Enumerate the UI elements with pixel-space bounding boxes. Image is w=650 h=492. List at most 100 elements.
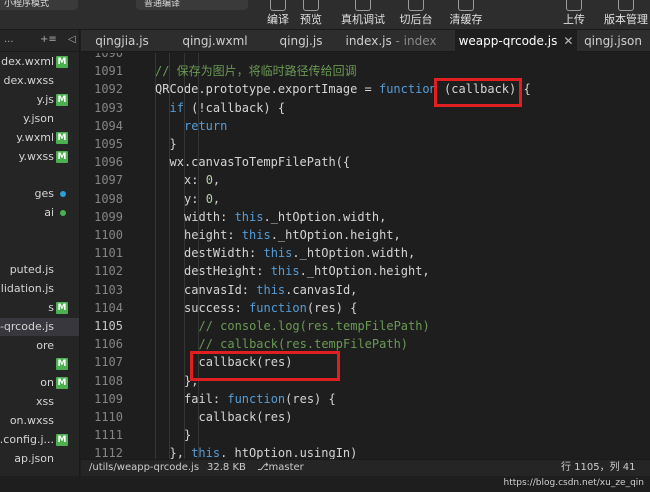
file-item[interactable]: on.wxss bbox=[0, 412, 79, 430]
code-line[interactable]: 1110 callback(res) bbox=[81, 408, 650, 426]
file-item[interactable]: y.wxml M bbox=[0, 129, 79, 147]
file-item[interactable]: y.wxss M bbox=[0, 148, 79, 166]
file-name: dex.wxml bbox=[1, 55, 54, 68]
line-number: 1112 bbox=[94, 446, 123, 459]
file-item[interactable] bbox=[0, 166, 79, 184]
file-item[interactable]: y.json bbox=[0, 110, 79, 128]
code-line[interactable]: 1100 height: this._htOption.height, bbox=[81, 226, 650, 244]
file-item[interactable]: dex.wxss bbox=[0, 72, 79, 90]
code-line[interactable]: 1107 callback(res) bbox=[81, 353, 650, 371]
code-text: destHeight: this._htOption.height, bbox=[184, 262, 430, 280]
file-item[interactable]: pp-qrcode.js bbox=[0, 317, 79, 336]
file-name: s bbox=[48, 300, 54, 314]
code-token: ._htOption.height, bbox=[270, 228, 401, 242]
code-token: 0 bbox=[205, 191, 213, 206]
mode-select[interactable]: 小程序模式 bbox=[0, 0, 78, 10]
code-text: } bbox=[170, 135, 177, 153]
file-item[interactable]: ap.json bbox=[0, 450, 79, 468]
code-line[interactable]: 1101 destWidth: this._htOption.width, bbox=[81, 244, 650, 262]
preview-button[interactable]: 预览 bbox=[297, 0, 325, 30]
code-line[interactable]: 1108}, bbox=[81, 372, 650, 390]
file-name: pp-qrcode.js bbox=[0, 319, 54, 333]
line-number: 1104 bbox=[94, 300, 123, 315]
git-branch[interactable]: ⎇ master bbox=[257, 460, 304, 476]
file-item[interactable]: puted.js bbox=[0, 261, 79, 279]
file-item[interactable]: ore bbox=[0, 337, 79, 355]
file-name: puted.js bbox=[9, 262, 54, 276]
tab-qingjia-js[interactable]: qingjia.js bbox=[87, 30, 157, 52]
cursor-position[interactable]: 行 1105，列 41 bbox=[561, 460, 636, 476]
file-item[interactable]: sM bbox=[0, 299, 79, 317]
code-line[interactable]: 1103 canvasId: this.canvasId, bbox=[81, 281, 650, 299]
file-path: /utils/weapp-qrcode.js bbox=[89, 462, 200, 473]
code-text: success: function(res) { bbox=[184, 299, 357, 317]
line-number: 1094 bbox=[94, 118, 123, 133]
status-dot-icon bbox=[60, 191, 66, 198]
code-line[interactable]: 1104 success: function(res) { bbox=[81, 299, 650, 317]
code-line[interactable]: 1091 // 保存为图片，将临时路径传给回调 bbox=[81, 62, 650, 80]
upload-button[interactable]: 上传 bbox=[560, 0, 588, 30]
code-token: x: bbox=[184, 173, 206, 188]
code-line[interactable]: 1095} bbox=[81, 135, 650, 153]
file-item[interactable]: dex.wxml M bbox=[0, 53, 79, 71]
line-number: 1093 bbox=[94, 100, 123, 115]
tab-qingj-js[interactable]: qingj.js bbox=[273, 30, 329, 52]
line-number: 1100 bbox=[94, 228, 123, 242]
code-text: height: this._htOption.height, bbox=[184, 226, 401, 244]
code-token: function bbox=[249, 300, 307, 315]
code-line[interactable]: 1109 fail: function(res) { bbox=[81, 390, 650, 408]
code-line[interactable]: 1094 return bbox=[81, 117, 650, 135]
code-text: }, this._htOption.usingIn) bbox=[170, 444, 358, 459]
background-button[interactable]: 切后台 bbox=[398, 0, 434, 30]
file-item[interactable]: Validation.js bbox=[0, 280, 79, 298]
code-line[interactable]: 1111} bbox=[81, 426, 650, 444]
code-text: x: 0, bbox=[184, 171, 220, 189]
file-item[interactable]: M bbox=[0, 355, 79, 373]
line-number: 1101 bbox=[94, 246, 123, 261]
file-name: y.json bbox=[23, 111, 54, 125]
code-line[interactable]: 1105 // console.log(res.tempFilePath) bbox=[81, 317, 650, 335]
file-item[interactable] bbox=[0, 242, 79, 260]
tab-weapp-qrcode-js[interactable]: weapp-qrcode.js ✕ bbox=[455, 30, 577, 52]
code-line[interactable]: 1106 // callback(res.tempFilePath) bbox=[81, 335, 650, 353]
file-item[interactable]: xss bbox=[0, 393, 79, 411]
compile-button[interactable]: 编译 bbox=[264, 0, 292, 30]
code-line[interactable]: 1112 }, this._htOption.usingIn) bbox=[81, 444, 650, 459]
code-editor[interactable]: 1090 1091 // 保存为图片，将临时路径传给回调 1092 QRCode.pro… bbox=[81, 53, 650, 459]
remote-debug-button[interactable]: 真机调试 bbox=[338, 0, 388, 30]
code-text: width: this._htOption.width, bbox=[184, 208, 386, 226]
more-icon[interactable]: ... bbox=[4, 34, 14, 45]
collapse-icon[interactable]: ◁ bbox=[68, 34, 76, 45]
code-line[interactable]: 1096 wx.canvasToTempFilePath({ bbox=[81, 153, 650, 171]
file-item[interactable] bbox=[0, 223, 79, 241]
code-token: function bbox=[227, 391, 286, 406]
file-name: ai bbox=[44, 206, 54, 220]
file-item[interactable]: y.js M bbox=[0, 91, 79, 109]
tab-index-js[interactable]: index.js - index bbox=[343, 30, 439, 52]
code-line[interactable]: 1092 QRCode.prototype.exportImage = funct… bbox=[81, 80, 650, 98]
compile-mode-select[interactable]: 普通编译 bbox=[136, 0, 248, 10]
version-management-button[interactable]: 版本管理 bbox=[602, 0, 650, 30]
code-line[interactable]: 1098 y: 0, bbox=[81, 190, 650, 208]
close-icon[interactable]: ✕ bbox=[563, 34, 573, 48]
file-item[interactable]: t.config.j... M bbox=[0, 431, 79, 449]
code-token: destHeight: bbox=[184, 264, 271, 279]
clear-cache-button[interactable]: 清缓存 bbox=[446, 0, 486, 30]
line-number: 1099 bbox=[94, 209, 123, 224]
status-dot-icon bbox=[60, 210, 66, 217]
code-line[interactable]: 1093 if (!callback) { bbox=[81, 99, 650, 117]
code-line[interactable]: 1097 x: 0, bbox=[81, 171, 650, 189]
tab-qingj-wxml[interactable]: qingj.wxml bbox=[177, 30, 253, 52]
file-item[interactable]: on M bbox=[0, 374, 79, 392]
file-item[interactable]: ai bbox=[0, 204, 79, 222]
code-line[interactable]: 1099 width: this._htOption.width, bbox=[81, 208, 650, 226]
tab-qingj-json[interactable]: qingj.json bbox=[581, 30, 645, 52]
code-token: this bbox=[241, 228, 271, 242]
file-item[interactable]: ges bbox=[0, 185, 79, 203]
sort-icon[interactable]: +≡ bbox=[40, 34, 57, 45]
code-token: (!callback) { bbox=[183, 100, 286, 115]
eye-icon bbox=[303, 0, 319, 11]
code-line[interactable]: 1090 bbox=[81, 53, 650, 62]
code-line[interactable]: 1102 destHeight: this._htOption.height, bbox=[81, 262, 650, 280]
modified-badge: M bbox=[56, 93, 68, 106]
